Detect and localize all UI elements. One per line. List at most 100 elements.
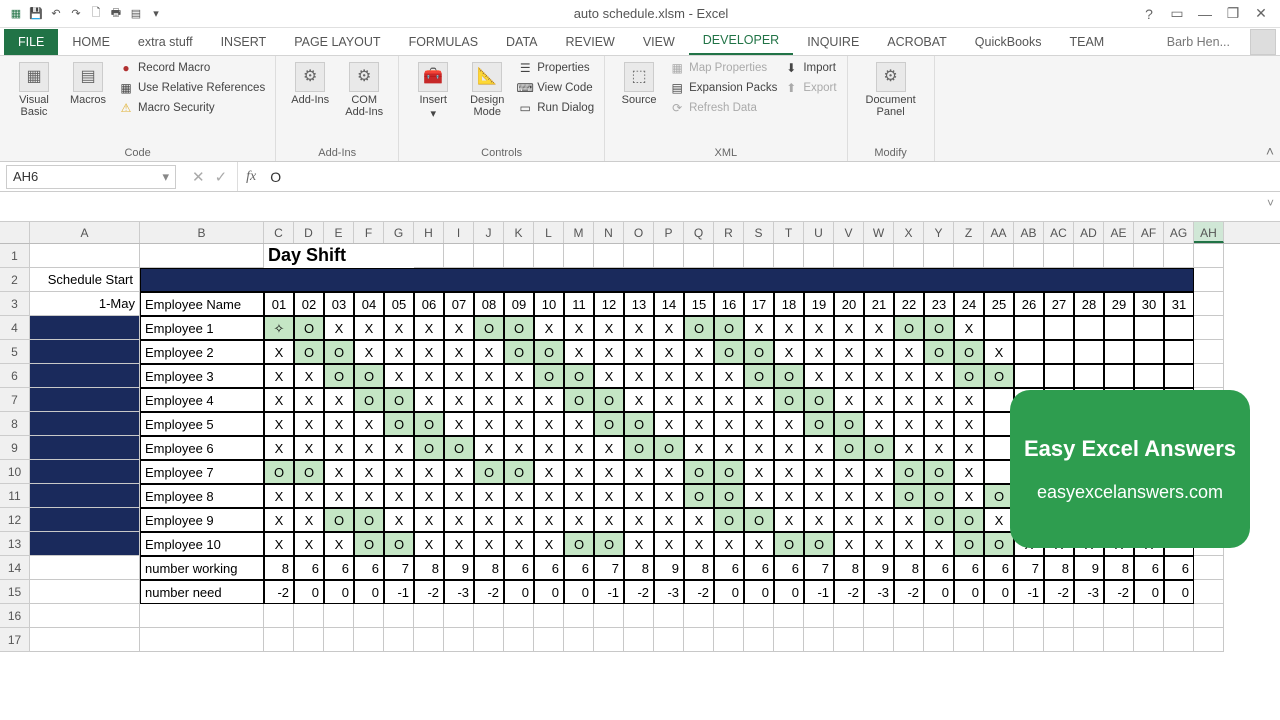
col-header-S[interactable]: S [744,222,774,243]
tab-formulas[interactable]: FORMULAS [395,29,492,55]
col-header-R[interactable]: R [714,222,744,243]
user-avatar-icon[interactable] [1250,29,1276,55]
macro-security-button[interactable]: ⚠Macro Security [118,100,265,116]
row-header-2[interactable]: 2 [0,268,30,292]
qat-dropdown-icon[interactable]: ▾ [148,6,164,22]
row-header-4[interactable]: 4 [0,316,30,340]
row-header-7[interactable]: 7 [0,388,30,412]
col-header-I[interactable]: I [444,222,474,243]
formula-input[interactable]: O [264,169,281,185]
properties-button[interactable]: ☰Properties [517,60,594,76]
row-header-9[interactable]: 9 [0,436,30,460]
col-header-O[interactable]: O [624,222,654,243]
row-header-5[interactable]: 5 [0,340,30,364]
row-header-12[interactable]: 12 [0,508,30,532]
undo-icon[interactable]: ↶ [48,6,64,22]
col-header-A[interactable]: A [30,222,140,243]
new-doc-icon[interactable]: 🗋 [88,6,104,22]
row-header-16[interactable]: 16 [0,604,30,628]
source-button[interactable]: ⬚Source [615,60,663,108]
tab-data[interactable]: DATA [492,29,551,55]
insert-control-button[interactable]: 🧰Insert▾ [409,60,457,122]
col-header-C[interactable]: C [264,222,294,243]
col-header-AF[interactable]: AF [1134,222,1164,243]
print-preview-icon[interactable]: 🖶 [108,6,124,22]
expansion-packs-button[interactable]: ▤Expansion Packs [669,80,777,96]
row-header-11[interactable]: 11 [0,484,30,508]
col-header-T[interactable]: T [774,222,804,243]
col-header-W[interactable]: W [864,222,894,243]
col-header-B[interactable]: B [140,222,264,243]
col-header-M[interactable]: M [564,222,594,243]
addins-icon[interactable]: ▤ [128,6,144,22]
col-header-V[interactable]: V [834,222,864,243]
run-dialog-button[interactable]: ▭Run Dialog [517,100,594,116]
tab-view[interactable]: VIEW [629,29,689,55]
col-header-AC[interactable]: AC [1044,222,1074,243]
redo-icon[interactable]: ↷ [68,6,84,22]
row-header-17[interactable]: 17 [0,628,30,652]
col-header-J[interactable]: J [474,222,504,243]
enter-formula-icon[interactable]: ✓ [215,168,228,186]
ribbon-display-icon[interactable]: ▭ [1168,5,1186,23]
tab-developer[interactable]: DEVELOPER [689,27,793,55]
col-header-N[interactable]: N [594,222,624,243]
visual-basic-button[interactable]: ▦Visual Basic [10,60,58,120]
help-icon[interactable]: ? [1140,5,1158,23]
col-header-K[interactable]: K [504,222,534,243]
row-header-13[interactable]: 13 [0,532,30,556]
collapse-ribbon-icon[interactable]: ˄ [1266,143,1274,159]
col-header-H[interactable]: H [414,222,444,243]
tab-extra[interactable]: extra stuff [124,29,207,55]
tab-insert[interactable]: INSERT [207,29,281,55]
record-macro-button[interactable]: ●Record Macro [118,60,265,76]
row-header-1[interactable]: 1 [0,244,30,268]
macros-button[interactable]: ▤Macros [64,60,112,108]
col-header-Y[interactable]: Y [924,222,954,243]
col-header-AG[interactable]: AG [1164,222,1194,243]
cancel-formula-icon[interactable]: ✕ [192,168,205,186]
com-addins-button[interactable]: ⚙COM Add-Ins [340,60,388,120]
relative-refs-button[interactable]: ▦Use Relative References [118,80,265,96]
name-box[interactable]: AH6▾ [6,165,176,189]
col-header-L[interactable]: L [534,222,564,243]
restore-icon[interactable]: ❐ [1224,5,1242,23]
row-header-14[interactable]: 14 [0,556,30,580]
col-header-X[interactable]: X [894,222,924,243]
col-header-P[interactable]: P [654,222,684,243]
chevron-down-icon[interactable]: ▾ [162,169,169,185]
col-header-AA[interactable]: AA [984,222,1014,243]
addins-button[interactable]: ⚙Add-Ins [286,60,334,108]
formula-expand-icon[interactable]: ˅ [1267,196,1274,210]
design-mode-button[interactable]: 📐Design Mode [463,60,511,120]
select-all-button[interactable] [0,222,30,243]
col-header-AE[interactable]: AE [1104,222,1134,243]
row-header-10[interactable]: 10 [0,460,30,484]
minimize-icon[interactable]: ― [1196,5,1214,23]
save-icon[interactable]: 💾 [28,6,44,22]
col-header-AD[interactable]: AD [1074,222,1104,243]
row-header-3[interactable]: 3 [0,292,30,316]
tab-review[interactable]: REVIEW [552,29,629,55]
tab-page-layout[interactable]: PAGE LAYOUT [280,29,394,55]
document-panel-button[interactable]: ⚙Document Panel [858,60,924,120]
col-header-AH[interactable]: AH [1194,222,1224,243]
row-header-6[interactable]: 6 [0,364,30,388]
tab-file[interactable]: FILE [4,29,58,55]
col-header-F[interactable]: F [354,222,384,243]
col-header-G[interactable]: G [384,222,414,243]
user-name[interactable]: Barb Hen... [1153,29,1244,55]
import-button[interactable]: ⬇Import [783,60,836,76]
col-header-AB[interactable]: AB [1014,222,1044,243]
view-code-button[interactable]: ⌨View Code [517,80,594,96]
tab-team[interactable]: TEAM [1056,29,1119,55]
row-header-15[interactable]: 15 [0,580,30,604]
tab-inquire[interactable]: INQUIRE [793,29,873,55]
tab-quickbooks[interactable]: QuickBooks [961,29,1056,55]
fx-icon[interactable]: fx [238,169,264,185]
col-header-Q[interactable]: Q [684,222,714,243]
col-header-E[interactable]: E [324,222,354,243]
close-icon[interactable]: ✕ [1252,5,1270,23]
col-header-U[interactable]: U [804,222,834,243]
tab-acrobat[interactable]: ACROBAT [873,29,961,55]
